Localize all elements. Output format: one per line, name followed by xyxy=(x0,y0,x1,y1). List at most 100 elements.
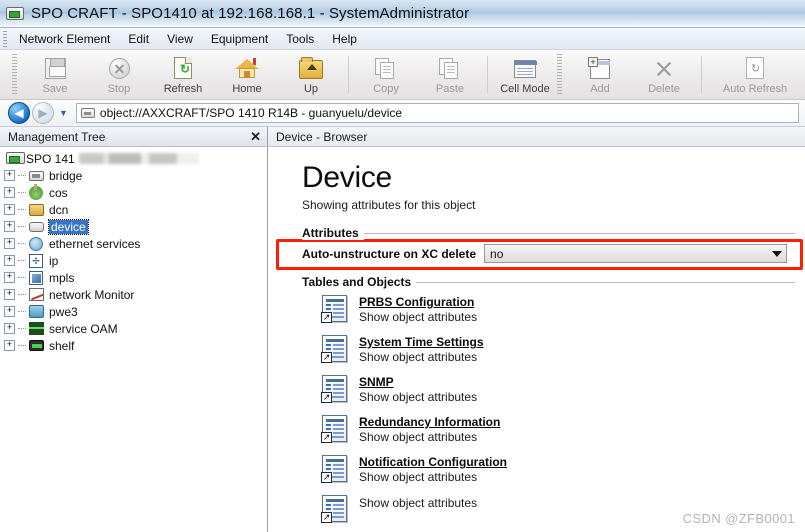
menu-item-edit[interactable]: Edit xyxy=(119,30,158,48)
sidebar-item-ip[interactable]: + ✢ ip xyxy=(0,252,267,269)
toolbar: Save Stop ↻ Refresh Home Up Copy Paste C… xyxy=(0,50,805,100)
browser-header-title: Device - Browser xyxy=(276,129,368,144)
menu-item-network-element[interactable]: Network Element xyxy=(10,30,119,48)
expander-icon[interactable]: + xyxy=(4,272,15,283)
object-link-system-time-settings[interactable]: System Time Settings xyxy=(359,335,484,349)
refresh-button[interactable]: ↻ Refresh xyxy=(151,50,215,99)
auto-unstructure-dropdown[interactable]: no xyxy=(484,244,787,263)
browser-body: Device Showing attributes for this objec… xyxy=(268,147,805,532)
sidebar-item-shelf[interactable]: + shelf xyxy=(0,337,267,354)
sidebar-item-pwe3[interactable]: + pwe3 xyxy=(0,303,267,320)
back-arrow-icon[interactable]: ◀ xyxy=(8,102,30,124)
service-oam-icon xyxy=(29,321,46,336)
tree-connector xyxy=(18,260,26,261)
tree-connector xyxy=(18,294,26,295)
auto-refresh-button[interactable]: ↻ Auto Refresh xyxy=(707,50,803,99)
address-input[interactable]: object://AXXCRAFT/SPO 1410 R14B - guanyu… xyxy=(75,103,799,123)
delete-button[interactable]: Delete xyxy=(632,50,696,99)
sidebar-item-ethernet-services[interactable]: + ethernet services xyxy=(0,235,267,252)
device-rack-icon xyxy=(6,7,24,20)
copy-button[interactable]: Copy xyxy=(354,50,418,99)
expander-icon[interactable]: + xyxy=(4,289,15,300)
copy-button-label: Copy xyxy=(373,82,399,95)
menu-item-view[interactable]: View xyxy=(158,30,202,48)
sidebar-item-label: device xyxy=(48,218,89,235)
shelf-icon xyxy=(29,339,46,353)
page-title: Device xyxy=(302,161,392,194)
list-item[interactable]: ↗ PRBS Configuration Show object attribu… xyxy=(302,295,795,324)
sidebar-item-cos[interactable]: + cos xyxy=(0,183,267,201)
menu-item-tools[interactable]: Tools xyxy=(277,30,323,48)
application-window: SPO CRAFT - SPO1410 at 192.168.168.1 - S… xyxy=(0,0,805,532)
sidebar-item-label: ethernet services xyxy=(49,236,141,251)
paste-icon xyxy=(437,57,463,81)
address-value: object://AXXCRAFT/SPO 1410 R14B - guanyu… xyxy=(99,106,403,120)
management-tree-panel: Management Tree ✕ SPO 141 + bridge + cos… xyxy=(0,127,268,532)
up-button[interactable]: Up xyxy=(279,50,343,99)
paste-button[interactable]: Paste xyxy=(418,50,482,99)
expander-icon[interactable]: + xyxy=(4,204,15,215)
expander-icon[interactable]: + xyxy=(4,221,15,232)
menu-bar: Network Element Edit View Equipment Tool… xyxy=(0,28,805,50)
sidebar-item-network-monitor[interactable]: + network Monitor xyxy=(0,286,267,303)
device-rack-icon xyxy=(6,151,25,166)
sidebar-item-device[interactable]: + device xyxy=(0,218,267,235)
tree-connector xyxy=(18,175,26,176)
add-button-label: Add xyxy=(590,82,610,95)
table-object-icon: ↗ xyxy=(321,455,347,483)
tree-root-node[interactable]: SPO 141 xyxy=(0,150,267,167)
menu-item-help[interactable]: Help xyxy=(323,30,366,48)
toolbar-separator-2 xyxy=(487,56,488,93)
browser-header: Device - Browser xyxy=(268,127,805,147)
stop-button[interactable]: Stop xyxy=(87,50,151,99)
object-link-redundancy-information[interactable]: Redundancy Information xyxy=(359,415,500,429)
expander-icon[interactable]: + xyxy=(4,170,15,181)
tree-connector xyxy=(18,328,26,329)
object-description: Show object attributes xyxy=(359,470,478,484)
object-description: Show object attributes xyxy=(359,390,478,404)
sidebar-item-dcn[interactable]: + dcn xyxy=(0,201,267,218)
list-item[interactable]: ↗ Notification Configuration Show object… xyxy=(302,455,795,484)
tree-connector xyxy=(18,192,26,193)
object-link-prbs-configuration[interactable]: PRBS Configuration xyxy=(359,295,477,309)
table-object-icon: ↗ xyxy=(321,495,347,523)
table-object-icon: ↗ xyxy=(321,295,347,323)
menu-grip[interactable] xyxy=(3,30,7,47)
expander-icon[interactable]: + xyxy=(4,306,15,317)
expander-icon[interactable]: + xyxy=(4,340,15,351)
save-button[interactable]: Save xyxy=(23,50,87,99)
expander-icon[interactable]: + xyxy=(4,323,15,334)
list-item[interactable]: ↗ SNMP Show object attributes xyxy=(302,375,795,404)
close-icon[interactable]: ✕ xyxy=(250,130,261,143)
object-link-snmp[interactable]: SNMP xyxy=(359,375,477,389)
list-item-text: Show object attributes xyxy=(359,495,477,510)
sidebar-item-label: pwe3 xyxy=(49,304,78,319)
open-arrow-icon: ↗ xyxy=(321,432,332,443)
list-item[interactable]: ↗ System Time Settings Show object attri… xyxy=(302,335,795,364)
chevron-down-icon[interactable]: ▼ xyxy=(56,108,74,118)
add-button[interactable]: + Add xyxy=(568,50,632,99)
management-tree-body[interactable]: SPO 141 + bridge + cos + dcn + device + … xyxy=(0,147,267,532)
menu-item-equipment[interactable]: Equipment xyxy=(202,30,277,48)
expander-icon[interactable]: + xyxy=(4,255,15,266)
management-tree-title: Management Tree xyxy=(8,129,106,144)
toolbar-grip[interactable] xyxy=(12,54,17,95)
list-item-text: PRBS Configuration Show object attribute… xyxy=(359,295,477,324)
sidebar-item-service-oam[interactable]: + service OAM xyxy=(0,320,267,337)
expander-icon[interactable]: + xyxy=(4,238,15,249)
expander-icon[interactable]: + xyxy=(4,187,15,198)
object-link-notification-configuration[interactable]: Notification Configuration xyxy=(359,455,507,469)
device-icon xyxy=(29,220,46,234)
sidebar-item-label: service OAM xyxy=(49,321,118,336)
toolbar-grip-2[interactable] xyxy=(557,54,562,95)
home-button[interactable]: Home xyxy=(215,50,279,99)
mpls-icon xyxy=(29,270,46,285)
forward-arrow-icon[interactable]: ▶ xyxy=(32,102,54,124)
cell-mode-button[interactable]: Cell Mode xyxy=(493,50,557,99)
sidebar-item-mpls[interactable]: + mpls xyxy=(0,269,267,286)
list-item[interactable]: ↗ Redundancy Information Show object att… xyxy=(302,415,795,444)
device-icon xyxy=(80,108,95,118)
sidebar-item-bridge[interactable]: + bridge xyxy=(0,167,267,184)
tree-connector xyxy=(18,226,26,227)
attribute-label: Auto-unstructure on XC delete xyxy=(302,246,477,261)
